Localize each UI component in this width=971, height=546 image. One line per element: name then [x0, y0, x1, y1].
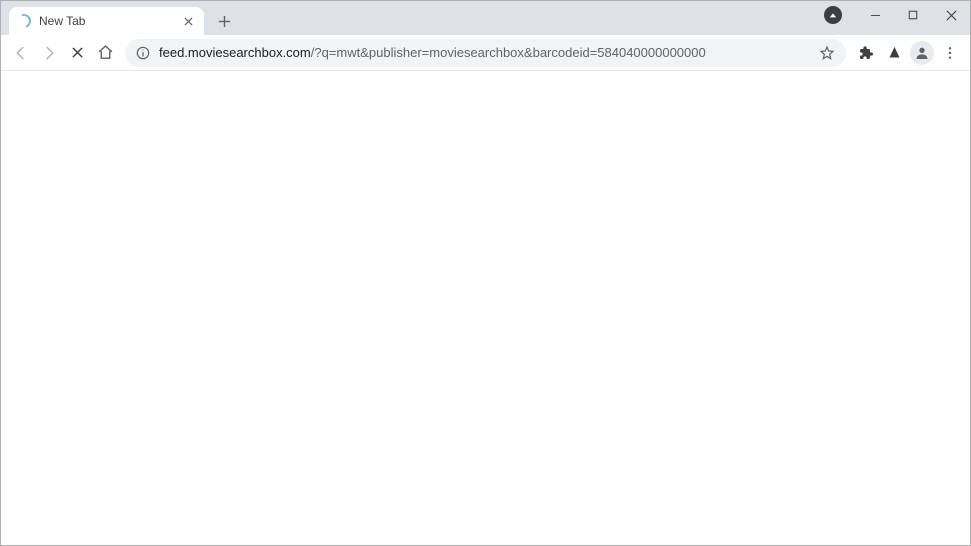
url-host: feed.moviesearchbox.com	[159, 45, 311, 60]
home-button[interactable]	[91, 39, 119, 67]
close-window-button[interactable]	[932, 1, 970, 29]
address-bar[interactable]: feed.moviesearchbox.com/?q=mwt&publisher…	[125, 39, 846, 67]
extensions-button[interactable]	[852, 39, 880, 67]
forward-button[interactable]	[35, 39, 63, 67]
update-available-badge[interactable]	[824, 6, 842, 24]
maximize-button[interactable]	[894, 1, 932, 29]
new-tab-button[interactable]	[210, 7, 238, 35]
window-controls	[824, 1, 970, 29]
url-text[interactable]: feed.moviesearchbox.com/?q=mwt&publisher…	[159, 45, 818, 60]
page-content	[1, 71, 970, 545]
site-info-icon[interactable]	[135, 45, 151, 61]
browser-tab[interactable]: New Tab	[9, 7, 204, 35]
tab-title: New Tab	[39, 14, 180, 28]
minimize-button[interactable]	[856, 1, 894, 29]
extension-icon[interactable]	[880, 39, 908, 67]
toolbar: feed.moviesearchbox.com/?q=mwt&publisher…	[1, 35, 970, 71]
tab-close-button[interactable]	[180, 13, 196, 29]
stop-reload-button[interactable]	[63, 39, 91, 67]
loading-spinner-icon	[15, 12, 34, 31]
profile-avatar-button[interactable]	[910, 41, 934, 65]
menu-button[interactable]	[936, 39, 964, 67]
url-path: /?q=mwt&publisher=moviesearchbox&barcode…	[311, 45, 706, 60]
back-button[interactable]	[7, 39, 35, 67]
bookmark-star-button[interactable]	[818, 44, 836, 62]
titlebar: New Tab	[1, 1, 970, 35]
